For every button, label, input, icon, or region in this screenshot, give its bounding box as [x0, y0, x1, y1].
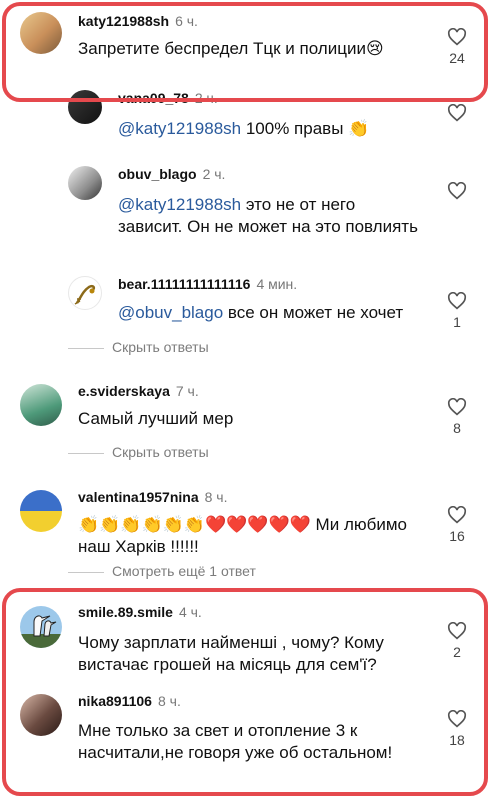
- comment-time: 8 ч.: [204, 489, 228, 505]
- heart-icon: [447, 292, 467, 310]
- comment-username[interactable]: vana09_78: [118, 90, 189, 106]
- avatar[interactable]: [68, 166, 102, 200]
- heart-icon: [447, 398, 467, 416]
- comment-username[interactable]: valentina1957nina: [78, 489, 199, 505]
- comment-time: 2 ч.: [194, 90, 218, 106]
- mention-link[interactable]: @katy121988sh: [118, 195, 241, 214]
- avatar[interactable]: [68, 90, 102, 124]
- stork-icon: [20, 615, 62, 648]
- like-button[interactable]: 16: [442, 506, 472, 544]
- comment-time: 4 мин.: [256, 276, 298, 292]
- avatar[interactable]: [20, 490, 62, 532]
- comment-username[interactable]: katy121988sh: [78, 13, 169, 29]
- avatar[interactable]: [68, 276, 102, 310]
- like-button[interactable]: 1: [442, 292, 472, 330]
- avatar[interactable]: [20, 12, 62, 54]
- like-count: 24: [449, 50, 465, 66]
- comment-text: Мне только за свет и отопление 3 к насчи…: [78, 721, 393, 762]
- comment-text: Запретите беспредел Тцк и полиции😢: [78, 39, 384, 58]
- mention-link[interactable]: @katy121988sh: [118, 119, 241, 138]
- heart-icon: [447, 28, 467, 46]
- view-more-replies-link[interactable]: Смотреть ещё 1 ответ: [68, 563, 256, 579]
- comment-text: @katy121988sh 100% правы 👏: [118, 119, 370, 138]
- heart-icon: [447, 710, 467, 728]
- comment-text: Самый лучший мер: [78, 409, 234, 428]
- thread-divider: [68, 452, 104, 454]
- like-count: 16: [449, 528, 465, 544]
- avatar[interactable]: [20, 384, 62, 426]
- comment-username[interactable]: nika891106: [78, 693, 152, 709]
- heart-icon: [447, 104, 467, 122]
- hide-replies-link[interactable]: Скрыть ответы: [68, 444, 209, 460]
- avatar[interactable]: [20, 606, 62, 648]
- like-count: 1: [453, 314, 461, 330]
- like-button[interactable]: [442, 182, 472, 200]
- comment-time: 4 ч.: [178, 604, 202, 620]
- highlight-frame-bottom: [2, 588, 488, 796]
- like-button[interactable]: 8: [442, 398, 472, 436]
- mention-link[interactable]: @obuv_blago: [118, 303, 223, 322]
- comment-username[interactable]: e.sviderskaya: [78, 383, 170, 399]
- comment-text: Чому зарплати найменші , чому? Кому вист…: [78, 633, 384, 674]
- like-count: 18: [449, 732, 465, 748]
- comment-text: 👏👏👏👏👏👏❤️❤️❤️❤️❤️ Ми любимо наш Харків !!…: [78, 515, 407, 556]
- heart-icon: [447, 622, 467, 640]
- like-button[interactable]: 24: [442, 28, 472, 66]
- comment-time: 7 ч.: [175, 383, 199, 399]
- like-count: 8: [453, 420, 461, 436]
- like-button[interactable]: 18: [442, 710, 472, 748]
- like-button[interactable]: [442, 104, 472, 122]
- thread-divider: [68, 571, 104, 573]
- scorpion-icon: [74, 284, 96, 305]
- comment-username[interactable]: bear.11111111111116: [118, 276, 250, 292]
- hide-replies-link[interactable]: Скрыть ответы: [68, 339, 209, 355]
- comment-text: @katy121988sh это не от него зависит. Он…: [118, 195, 418, 236]
- comment-time: 8 ч.: [157, 693, 181, 709]
- thread-divider: [68, 347, 104, 349]
- comment-time: 2 ч.: [202, 166, 226, 182]
- heart-icon: [447, 182, 467, 200]
- like-button[interactable]: 2: [442, 622, 472, 660]
- like-count: 2: [453, 644, 461, 660]
- avatar[interactable]: [20, 694, 62, 736]
- comment-username[interactable]: smile.89.smile: [78, 604, 173, 620]
- heart-icon: [447, 506, 467, 524]
- comment-username[interactable]: obuv_blago: [118, 166, 197, 182]
- comment-text: @obuv_blago все он может не хочет: [118, 303, 404, 322]
- comment-time: 6 ч.: [175, 13, 198, 29]
